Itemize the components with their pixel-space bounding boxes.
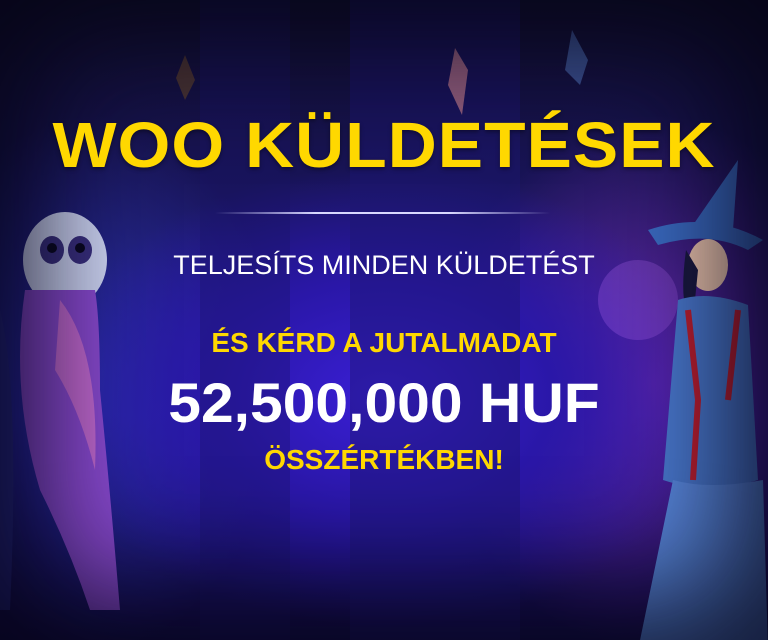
crystal-icon (565, 30, 588, 85)
promo-subtitle: TELJESÍTS MINDEN KÜLDETÉST (173, 250, 595, 280)
prize-amount: 52,500,000 HUF (168, 371, 600, 434)
title-divider (215, 212, 550, 214)
promo-banner: WOO KÜLDETÉSEK TELJESÍTS MINDEN KÜLDETÉS… (0, 0, 768, 640)
promo-title: WOO KÜLDETÉSEK (52, 109, 716, 181)
reward-line: ÉS KÉRD A JUTALMADAT (211, 327, 557, 358)
total-line: ÖSSZÉRTÉKBEN! (264, 444, 504, 475)
